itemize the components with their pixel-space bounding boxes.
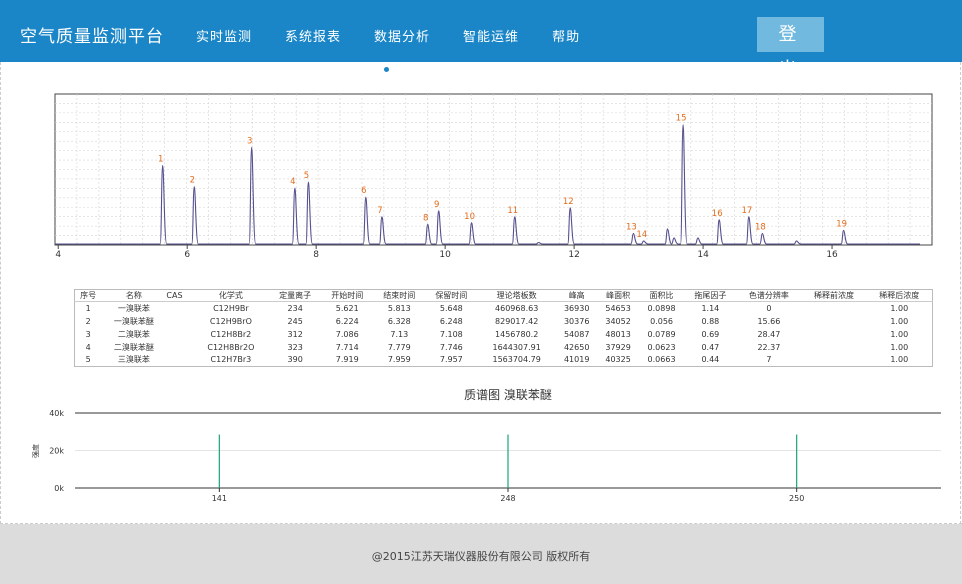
app-root: 空气质量监测平台 实时监测 系统报表 数据分析 智能运维 帮助 登出 4 6 8 10…	[0, 0, 962, 584]
mass-spectrum-chart: 0k 20k 40k 强度 141 248 250	[31, 409, 941, 503]
x-tick-label: 250	[789, 494, 804, 503]
y-axis-label: 强度	[31, 444, 40, 458]
footer: @2015江苏天瑞仪器股份有限公司 版权所有	[0, 524, 962, 584]
y-tick-label: 0k	[54, 484, 64, 493]
x-tick-label: 141	[212, 494, 227, 503]
copyright-text: @2015江苏天瑞仪器股份有限公司 版权所有	[371, 550, 591, 563]
y-tick-label: 40k	[49, 409, 64, 418]
x-tick-label: 248	[500, 494, 515, 503]
y-tick-label: 20k	[49, 447, 64, 456]
